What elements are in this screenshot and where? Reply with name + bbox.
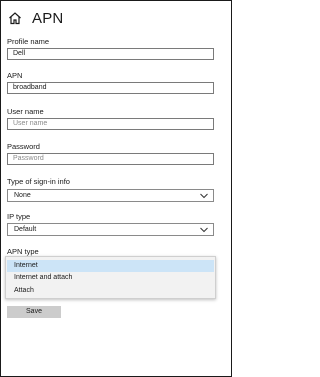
sign-in-type-label: Type of sign-in info: [7, 177, 70, 186]
page-title: APN: [32, 9, 64, 27]
header: APN: [8, 8, 63, 28]
apn-type-option-internet[interactable]: Internet: [7, 260, 214, 272]
ip-type-label: IP type: [7, 212, 31, 221]
apn-label: APN: [7, 71, 23, 80]
apn-type-option-attach[interactable]: Attach: [7, 285, 214, 297]
profile-name-field[interactable]: Dell: [7, 48, 214, 60]
apn-type-label: APN type: [7, 247, 39, 256]
user-name-field[interactable]: User name: [7, 118, 214, 130]
user-name-label: User name: [7, 107, 44, 116]
password-label: Password: [7, 142, 40, 151]
sign-in-type-select[interactable]: None: [7, 189, 214, 202]
home-icon[interactable]: [8, 11, 22, 25]
ip-type-select[interactable]: Default: [7, 223, 214, 236]
password-field[interactable]: Password: [7, 153, 214, 165]
profile-name-label: Profile name: [7, 37, 50, 46]
chevron-down-icon: [200, 193, 208, 199]
ip-type-value: Default: [14, 226, 37, 233]
apn-type-dropdown[interactable]: Internet Internet and attach Attach: [5, 256, 216, 299]
chevron-down-icon: [200, 227, 208, 233]
sign-in-type-value: None: [14, 192, 31, 199]
save-button[interactable]: Save: [7, 306, 61, 318]
apn-field[interactable]: broadband: [7, 82, 214, 94]
apn-type-option-internet-and-attach[interactable]: Internet and attach: [7, 272, 214, 284]
